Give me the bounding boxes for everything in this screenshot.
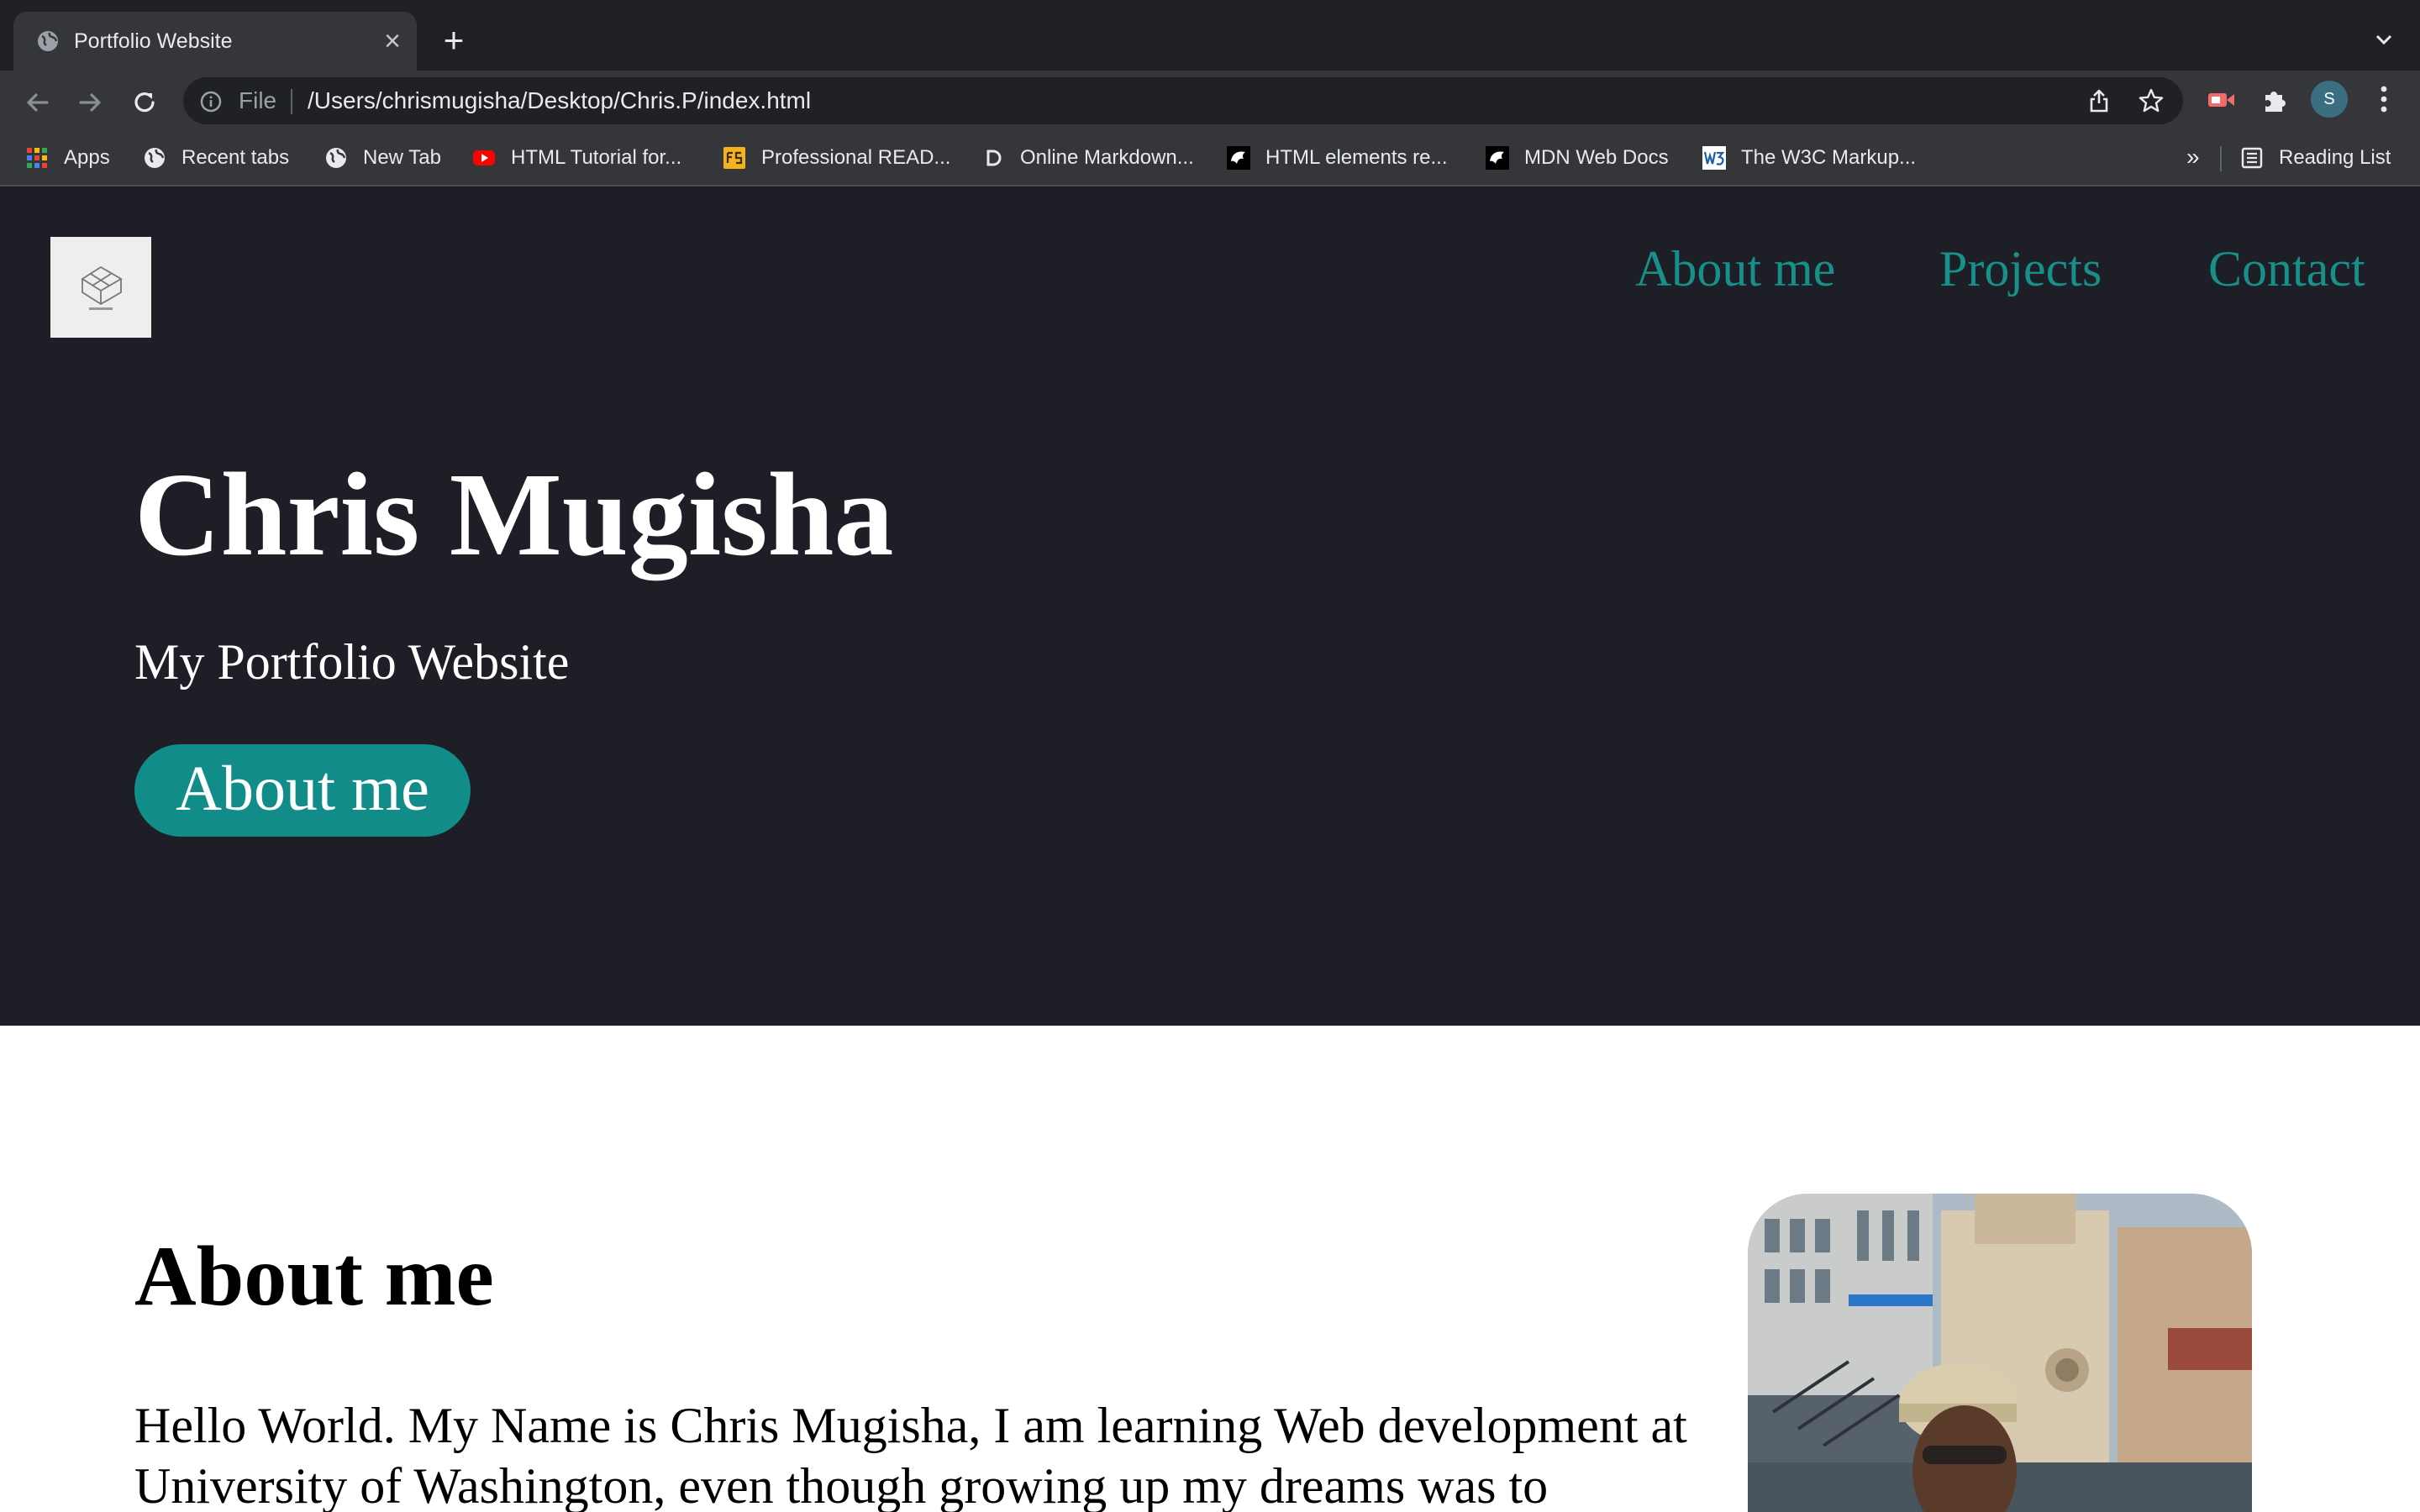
w3c-icon [1702, 146, 1726, 170]
globe-icon [38, 31, 58, 51]
bookmark-label: Professional READ... [761, 146, 951, 169]
globe-icon [145, 148, 165, 168]
about-me-button[interactable]: About me [134, 744, 471, 837]
fs-icon [723, 147, 745, 169]
browser-tab[interactable]: Portfolio Website × [13, 12, 417, 71]
url-text[interactable]: /Users/chrismugisha/Desktop/Chris.P/inde… [308, 87, 811, 115]
bookmark-html-tutorial[interactable]: HTML Tutorial for... [472, 143, 681, 173]
bookmark-label: Recent tabs [182, 146, 290, 169]
bookmark-recent-tabs[interactable]: Recent tabs [143, 143, 289, 173]
mdn-icon [1227, 146, 1250, 170]
hero-name-heading: Chris Mugisha [134, 448, 894, 580]
mdn-icon [1486, 146, 1509, 170]
tab-search-chevron-icon[interactable] [2370, 25, 2398, 54]
bookmark-mdn-web-docs[interactable]: MDN Web Docs [1486, 143, 1669, 173]
apps-grid-icon [27, 148, 47, 168]
new-tab-button[interactable]: + [437, 23, 471, 58]
bookmark-star-icon[interactable] [2138, 87, 2165, 114]
info-icon[interactable] [198, 89, 224, 114]
bookmark-label: New Tab [363, 146, 441, 169]
tab-close-icon[interactable]: × [380, 27, 405, 55]
about-section: About me Hello World. My Name is Chris M… [0, 1026, 2420, 1512]
bookmark-label: Apps [64, 146, 110, 169]
bookmarks-bar: Apps Recent tabs New Tab HTML Tutorial f… [0, 131, 2420, 186]
bookmark-label: HTML elements re... [1265, 146, 1448, 169]
url-scheme-label: File [239, 87, 277, 113]
nav-about-me-link[interactable]: About me [1635, 237, 1835, 301]
profile-photo [1748, 1194, 2252, 1512]
profile-avatar[interactable]: S [2311, 81, 2348, 118]
bookmark-online-markdown[interactable]: Online Markdown... [981, 143, 1194, 173]
reading-list-button[interactable]: Reading List [2240, 143, 2391, 173]
extensions-puzzle-icon[interactable] [2259, 84, 2291, 116]
bookmark-professional-readme[interactable]: Professional READ... [723, 143, 950, 173]
browser-tab-strip: Portfolio Website × + [0, 0, 2420, 71]
browser-toolbar: File /Users/chrismugisha/Desktop/Chris.P… [0, 71, 2420, 131]
bookmark-html-elements[interactable]: HTML elements re... [1227, 143, 1448, 173]
reading-list-icon [2241, 147, 2263, 169]
bookmark-label: MDN Web Docs [1524, 146, 1669, 169]
about-paragraph: Hello World. My Name is Chris Mugisha, I… [134, 1398, 1687, 1512]
browser-menu-icon[interactable] [2370, 82, 2398, 116]
bookmark-label: HTML Tutorial for... [511, 146, 682, 169]
bookmark-label: The W3C Markup... [1741, 146, 1917, 169]
d-letter-icon [986, 150, 1002, 166]
tab-title: Portfolio Website [74, 29, 233, 53]
hero-section: About me Projects Contact Chris Mugisha … [0, 186, 2420, 1026]
omnibox-divider [291, 89, 292, 114]
bookmark-apps[interactable]: Apps [25, 143, 110, 173]
nav-contact-link[interactable]: Contact [2208, 237, 2365, 301]
back-arrow-icon[interactable] [20, 86, 54, 119]
bookmark-new-tab[interactable]: New Tab [324, 143, 441, 173]
share-icon[interactable] [2086, 87, 2112, 114]
site-logo[interactable] [50, 237, 151, 338]
address-bar[interactable]: File /Users/chrismugisha/Desktop/Chris.P… [183, 77, 2183, 124]
nav-projects-link[interactable]: Projects [1939, 237, 2102, 301]
video-recorder-extension-icon[interactable] [2205, 84, 2237, 116]
bookmark-label: Online Markdown... [1020, 146, 1194, 169]
bookmarks-divider [2220, 146, 2222, 171]
bookmarks-overflow-button[interactable]: » [2186, 143, 2200, 171]
globe-icon [326, 148, 346, 168]
logo-mark-icon [81, 265, 123, 310]
hero-subtitle: My Portfolio Website [134, 634, 570, 690]
youtube-icon [473, 150, 495, 165]
forward-arrow-icon[interactable] [74, 86, 108, 119]
profile-photo-image [1748, 1194, 2252, 1512]
bookmark-w3c-markup[interactable]: The W3C Markup... [1702, 143, 1916, 173]
reading-list-label: Reading List [2279, 146, 2391, 169]
reload-icon[interactable] [128, 86, 161, 119]
about-heading: About me [134, 1229, 494, 1324]
